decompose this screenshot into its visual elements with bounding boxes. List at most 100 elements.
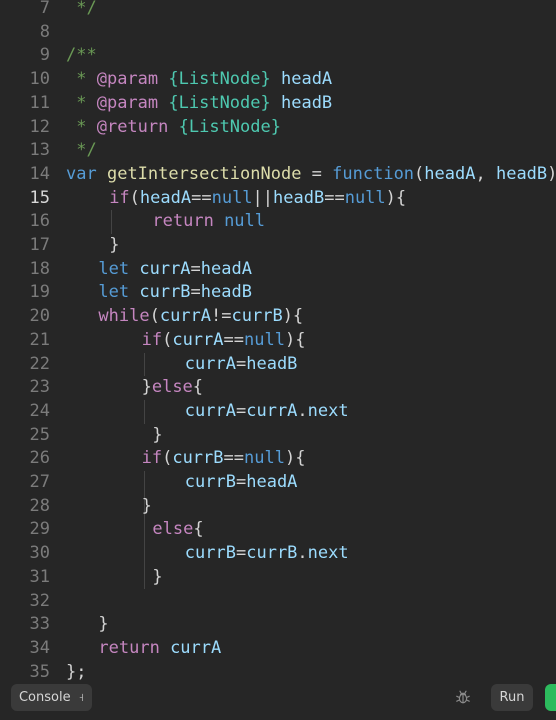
line-number: 9 xyxy=(39,45,50,66)
code-token: ){ xyxy=(284,448,306,469)
line-number: 20 xyxy=(29,306,50,327)
code-token: {ListNode} xyxy=(168,69,271,90)
code-line[interactable]: 12 * @return {ListNode} xyxy=(0,116,556,140)
code-line[interactable]: 17} xyxy=(0,234,556,258)
line-number: 10 xyxy=(29,69,50,90)
code-line[interactable]: 21 if(currA==null){ xyxy=(0,329,556,353)
code-line[interactable]: 31} xyxy=(0,565,556,590)
code-line[interactable]: 7 */ xyxy=(0,0,556,21)
code-token: = xyxy=(301,163,333,184)
code-token: currA xyxy=(184,353,236,374)
code-line[interactable]: 18 let currA=headA xyxy=(0,258,556,282)
code-line[interactable]: 23}else{ xyxy=(0,376,556,400)
code-token: /** xyxy=(66,45,97,66)
code-token: currA xyxy=(139,258,191,279)
console-button[interactable]: Console ˧ xyxy=(11,684,92,711)
code-token: @param xyxy=(96,92,159,113)
code-token: ){ xyxy=(282,306,304,327)
code-line[interactable]: 19 let currB=headB xyxy=(0,281,556,305)
code-line[interactable]: 11 * @param {ListNode} headB xyxy=(0,92,556,116)
code-line[interactable]: 27 currB=headA xyxy=(0,471,556,495)
code-token: == xyxy=(324,187,345,208)
code-line[interactable]: 33} xyxy=(0,613,556,637)
editor-toolbar: Console ˧ Run xyxy=(0,680,556,720)
code-token: next xyxy=(307,400,349,421)
line-number: 23 xyxy=(29,377,50,398)
code-token: currA xyxy=(170,637,222,658)
run-button[interactable]: Run xyxy=(491,684,533,711)
line-number: 31 xyxy=(29,566,50,587)
code-line[interactable]: 15 if(headA==null||headB==null){ xyxy=(0,187,556,211)
code-token: headA xyxy=(200,258,252,279)
code-token: . xyxy=(297,400,308,421)
code-token: headA xyxy=(270,69,333,90)
code-token: if xyxy=(141,448,163,469)
line-number: 22 xyxy=(29,353,50,374)
code-token: ) { xyxy=(547,164,556,184)
code-token: , xyxy=(475,163,496,184)
code-token: headA xyxy=(424,163,476,184)
code-line[interactable]: 32 xyxy=(0,590,556,614)
code-token: headB xyxy=(270,92,333,113)
code-token: headA xyxy=(139,187,192,208)
line-number: 27 xyxy=(29,472,50,492)
code-token: } xyxy=(141,495,152,516)
code-line[interactable]: 28} xyxy=(0,494,556,519)
code-text: } xyxy=(142,495,152,519)
code-line[interactable]: 22 currA=headB xyxy=(0,352,556,377)
code-line[interactable]: 8 xyxy=(0,21,556,45)
code-token: else xyxy=(151,377,193,398)
code-text: /** xyxy=(66,44,97,68)
code-line[interactable]: 24 currA=currA.next xyxy=(0,399,556,424)
code-token: @return xyxy=(96,116,169,137)
code-token: currB xyxy=(172,448,224,469)
code-token: getIntersectionNode xyxy=(106,163,302,184)
code-token: == xyxy=(223,329,244,350)
code-token: currA xyxy=(184,400,236,421)
code-line[interactable]: 30 currB=currB.next xyxy=(0,542,556,566)
code-text: currB=currB.next xyxy=(185,542,349,566)
code-line[interactable]: 9 /** xyxy=(0,44,556,68)
line-number: 11 xyxy=(29,92,50,113)
code-line[interactable]: 10 * @param {ListNode} headA xyxy=(0,68,556,92)
code-line[interactable]: 34 return currA xyxy=(0,637,556,661)
code-token: = xyxy=(235,400,247,421)
code-text: if(currA==null){ xyxy=(142,329,306,353)
code-token: if xyxy=(141,329,163,350)
code-line[interactable]: 35}; xyxy=(0,661,556,680)
code-token: {ListNode} xyxy=(168,92,271,113)
indent-guide xyxy=(143,565,145,590)
code-text: if(headA==null||headB==null){ xyxy=(109,187,406,211)
code-token: { xyxy=(193,519,204,540)
code-token: * xyxy=(66,116,97,137)
code-line[interactable]: 25} xyxy=(0,424,556,448)
code-line[interactable]: 20 while(currA!=currB){ xyxy=(0,305,556,329)
submit-button[interactable] xyxy=(545,684,556,711)
code-token: null xyxy=(244,448,285,469)
code-line[interactable]: 16 return null xyxy=(0,210,556,234)
line-number: 34 xyxy=(29,637,50,658)
code-text: } xyxy=(152,424,162,448)
indent-guide xyxy=(143,518,145,543)
code-token: currB xyxy=(231,306,283,327)
code-token: return xyxy=(98,637,160,658)
code-token: @param xyxy=(96,69,159,90)
code-editor[interactable]: 7 */8 9/** 10 * @param {ListNode} headA 11 … xyxy=(0,0,556,680)
code-text: if(currB==null){ xyxy=(142,447,306,471)
bug-icon[interactable] xyxy=(455,689,471,705)
indent-guide xyxy=(143,471,145,495)
code-line[interactable]: 26 if(currB==null){ xyxy=(0,447,556,471)
code-token: ){ xyxy=(385,187,407,208)
code-line[interactable]: 14 var getIntersectionNode = function(hea… xyxy=(0,163,556,187)
line-number: 19 xyxy=(29,282,50,303)
code-token: . xyxy=(297,543,308,564)
code-line[interactable]: 13 */ xyxy=(0,139,556,163)
code-text: var getIntersectionNode = function(headA… xyxy=(66,163,556,187)
code-token: == xyxy=(223,448,244,469)
run-label: Run xyxy=(499,690,525,705)
code-line[interactable]: 29 else{ xyxy=(0,518,556,543)
code-text: currA=headB xyxy=(185,353,298,377)
code-token: currA xyxy=(159,306,212,327)
code-token: { xyxy=(192,377,204,398)
